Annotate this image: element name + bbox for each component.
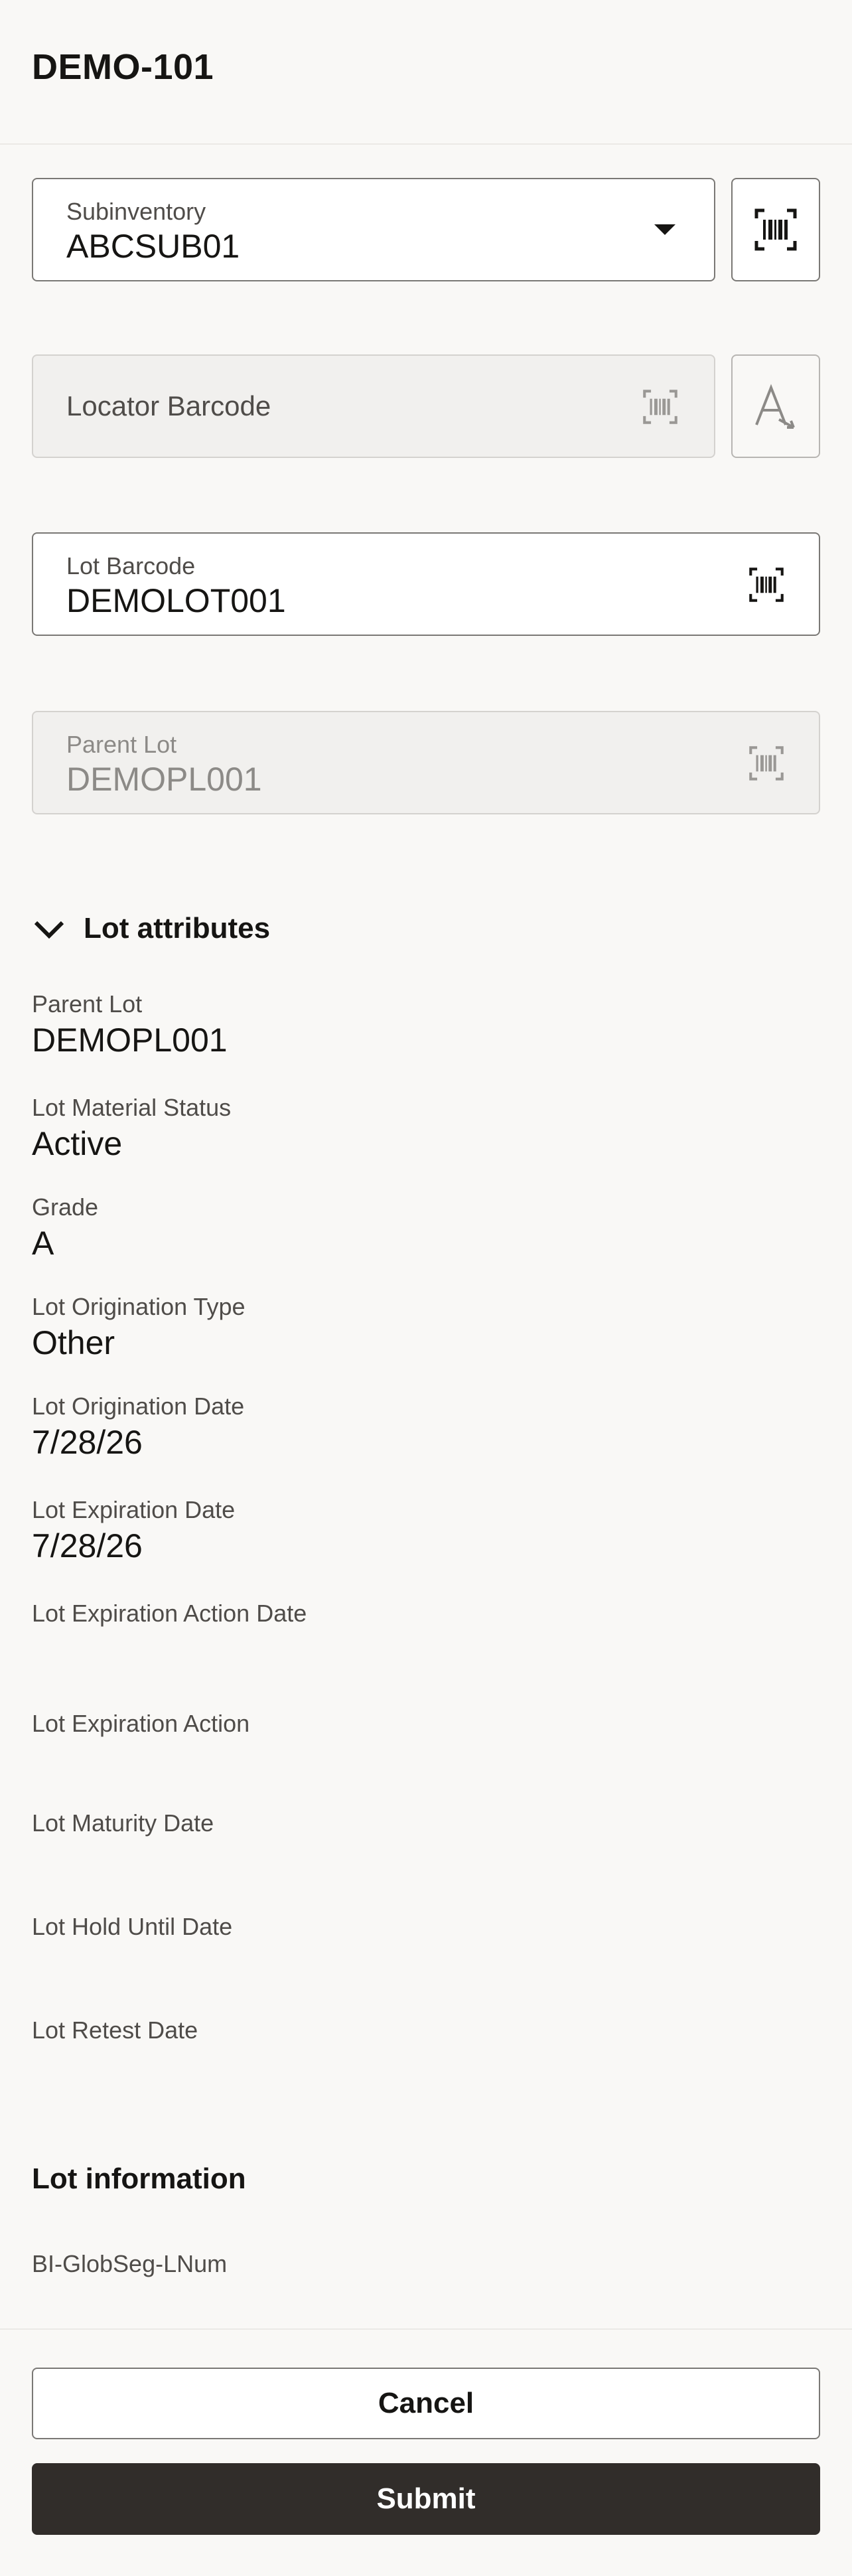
- attr-value: 7/28/26: [32, 1424, 143, 1461]
- attr-value: A: [32, 1225, 54, 1262]
- attr-label: Lot Hold Until Date: [32, 1913, 233, 1940]
- parent-lot-input: Parent Lot DEMOPL001: [32, 711, 820, 814]
- action-footer: [0, 2328, 852, 2576]
- subinventory-label: Subinventory: [66, 198, 206, 225]
- page-header: DEMO-101: [0, 0, 852, 145]
- cancel-button[interactable]: Cancel: [32, 2368, 820, 2439]
- submit-button[interactable]: Submit: [32, 2463, 820, 2535]
- attr-label: Grade: [32, 1193, 99, 1221]
- lot-attributes-title[interactable]: Lot attributes: [84, 912, 270, 945]
- lot-information-title: Lot information: [32, 2162, 246, 2195]
- attr-value: Other: [32, 1324, 115, 1361]
- manual-entry-button[interactable]: [731, 354, 820, 458]
- locator-barcode-input[interactable]: Locator Barcode: [32, 354, 715, 458]
- attr-label: Lot Origination Type: [32, 1293, 246, 1320]
- attr-value: 7/28/26: [32, 1527, 143, 1564]
- subinventory-scan-button[interactable]: [731, 178, 820, 281]
- lot-barcode-value: DEMOLOT001: [66, 582, 286, 619]
- parent-lot-label: Parent Lot: [66, 731, 177, 758]
- barcode-scan-icon: [643, 390, 677, 424]
- attr-label: Lot Material Status: [32, 1094, 232, 1121]
- attr-value: DEMOPL001: [32, 1022, 228, 1059]
- attr-label: Lot Expiration Date: [32, 1496, 236, 1523]
- barcode-scan-icon: [749, 746, 784, 781]
- lot-barcode-input[interactable]: Lot Barcode DEMOLOT001: [32, 532, 820, 636]
- subinventory-select[interactable]: Subinventory ABCSUB01: [32, 178, 715, 281]
- attr-label: Parent Lot: [32, 990, 143, 1018]
- manual-entry-icon: [755, 384, 795, 429]
- attr-label: Lot Retest Date: [32, 2016, 198, 2044]
- barcode-scan-icon[interactable]: [748, 567, 784, 603]
- subinventory-value: ABCSUB01: [66, 228, 240, 265]
- page-title: DEMO-101: [32, 47, 214, 87]
- attr-label: Lot Expiration Action Date: [32, 1600, 307, 1627]
- lot-information-item-label: BI-GlobSeg-LNum: [32, 2250, 228, 2277]
- attr-label: Lot Maturity Date: [32, 1809, 214, 1837]
- lot-barcode-label: Lot Barcode: [66, 552, 196, 579]
- locator-barcode-placeholder: Locator Barcode: [66, 390, 271, 421]
- parent-lot-value: DEMOPL001: [66, 761, 262, 798]
- chevron-down-icon[interactable]: [33, 919, 65, 940]
- chevron-down-icon[interactable]: [652, 222, 678, 238]
- attr-label: Lot Expiration Action: [32, 1710, 250, 1737]
- barcode-scan-icon: [754, 208, 797, 251]
- attr-value: Active: [32, 1125, 123, 1162]
- attr-label: Lot Origination Date: [32, 1393, 245, 1420]
